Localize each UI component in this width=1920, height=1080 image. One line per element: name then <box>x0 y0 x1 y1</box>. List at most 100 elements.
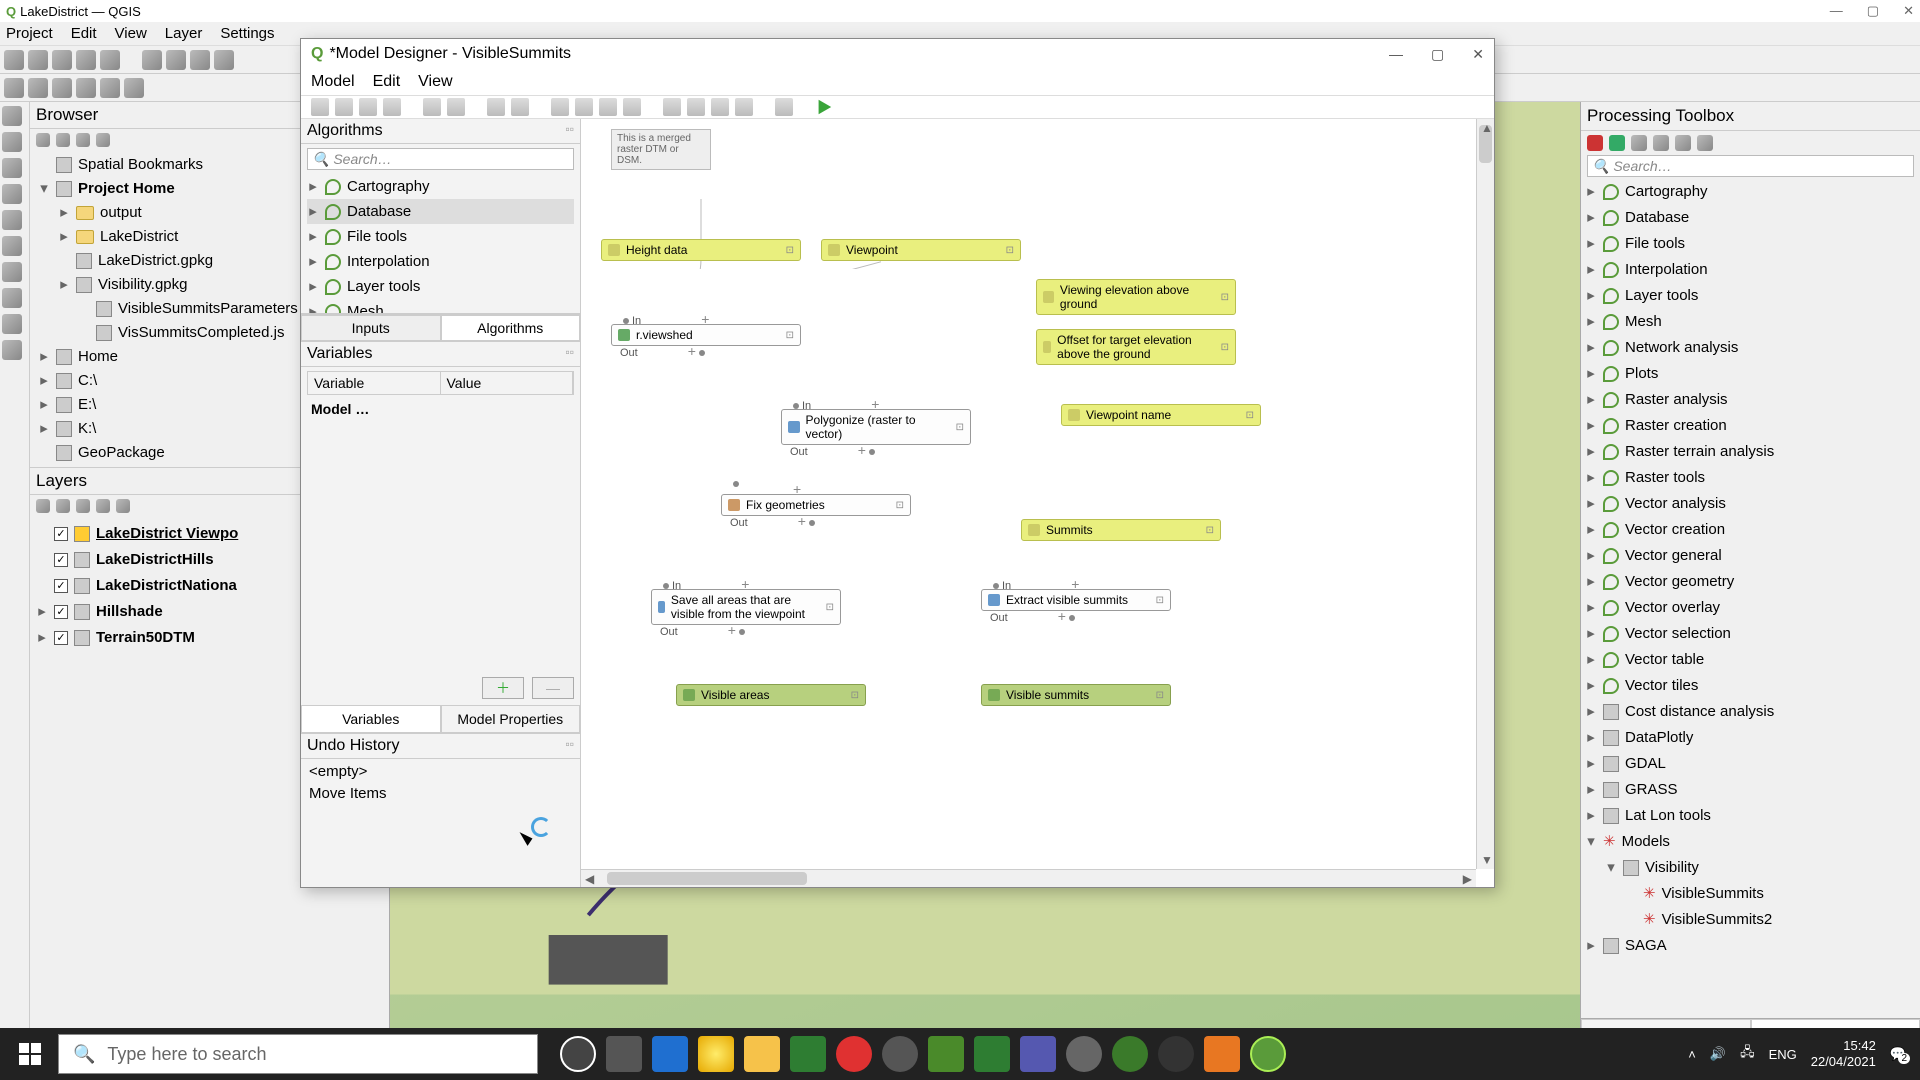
toolbox-item[interactable]: ▾Visibility <box>1585 855 1916 881</box>
designer-tb-icon[interactable] <box>687 98 705 116</box>
undo-list[interactable]: <empty> Move Items <box>301 759 580 807</box>
tool-icon[interactable] <box>2 340 22 360</box>
vim-icon[interactable] <box>790 1036 826 1072</box>
toolbox-item[interactable]: ▸Database <box>1585 205 1916 231</box>
toolbox-tb-icon[interactable] <box>1653 135 1669 151</box>
input-height-data[interactable]: Height data⊡ <box>601 239 801 261</box>
menu-project[interactable]: Project <box>6 25 53 42</box>
designer-maximize-icon[interactable]: ▢ <box>1431 46 1444 63</box>
tool-icon[interactable] <box>52 78 72 98</box>
redo-icon[interactable] <box>511 98 529 116</box>
designer-tb-icon[interactable] <box>663 98 681 116</box>
qgis-active-icon[interactable] <box>1250 1036 1286 1072</box>
tab-model-properties[interactable]: Model Properties <box>441 705 581 733</box>
algo-search[interactable]: 🔍 Search… <box>307 148 574 170</box>
toolbox-item[interactable]: ▸Plots <box>1585 361 1916 387</box>
start-button[interactable] <box>4 1028 56 1080</box>
toolbox-tree[interactable]: ▸Cartography▸Database▸File tools▸Interpo… <box>1581 177 1920 1018</box>
tray-lang[interactable]: ENG <box>1769 1047 1797 1062</box>
tool-icon[interactable] <box>2 236 22 256</box>
taskbar-search[interactable]: 🔍Type here to search <box>58 1034 538 1074</box>
model-canvas[interactable]: This is a merged raster DTM or DSM. Heig… <box>581 119 1494 887</box>
toolbox-item[interactable]: ▸Layer tools <box>1585 283 1916 309</box>
designer-menu-model[interactable]: Model <box>311 73 355 91</box>
designer-toolbar[interactable] <box>301 95 1494 119</box>
calc-icon[interactable] <box>928 1036 964 1072</box>
add-variable-button[interactable]: ＋ <box>482 677 524 699</box>
toolbox-tb-icon[interactable] <box>1697 135 1713 151</box>
model-designer-window[interactable]: Q *Model Designer - VisibleSummits — ▢ ✕… <box>300 38 1495 888</box>
toolbox-item[interactable]: ✳VisibleSummits2 <box>1585 907 1916 933</box>
alg-save-areas[interactable]: In+ Save all areas that are visible from… <box>651 589 841 625</box>
tab-algorithms[interactable]: Algorithms <box>441 315 581 341</box>
toolbox-item[interactable]: ▸Cartography <box>1585 179 1916 205</box>
designer-tb-icon[interactable] <box>447 98 465 116</box>
tool-icon[interactable] <box>166 50 186 70</box>
tool-icon[interactable] <box>2 106 22 126</box>
alg-extract-summits[interactable]: In+ Extract visible summits⊡ Out+ <box>981 589 1171 611</box>
alg-fix-geometries[interactable]: + Fix geometries⊡ Out+ <box>721 494 911 516</box>
algo-tree-item[interactable]: ▸File tools <box>307 224 574 249</box>
toolbox-item[interactable]: ▸Vector overlay <box>1585 595 1916 621</box>
input-summits[interactable]: Summits⊡ <box>1021 519 1221 541</box>
tool-icon[interactable] <box>28 78 48 98</box>
tool-icon[interactable] <box>2 210 22 230</box>
model-note[interactable]: This is a merged raster DTM or DSM. <box>611 129 711 170</box>
toolbox-tb-icon[interactable] <box>1609 135 1625 151</box>
tool-icon[interactable] <box>76 50 96 70</box>
designer-tb-icon[interactable] <box>311 98 329 116</box>
tool-icon[interactable] <box>190 50 210 70</box>
tool-icon[interactable] <box>2 132 22 152</box>
undo-item[interactable]: Move Items <box>309 783 572 805</box>
tool-icon[interactable] <box>100 78 120 98</box>
tool-icon[interactable] <box>76 78 96 98</box>
dock-icon[interactable]: ▫▫ <box>565 122 574 140</box>
designer-tb-icon[interactable] <box>359 98 377 116</box>
designer-titlebar[interactable]: Q *Model Designer - VisibleSummits — ▢ ✕ <box>301 39 1494 69</box>
alg-polygonize[interactable]: In+ Polygonize (raster to vector)⊡ Out+ <box>781 409 971 445</box>
designer-minimize-icon[interactable]: — <box>1389 46 1403 63</box>
tool-icon[interactable] <box>4 78 24 98</box>
taskview-icon[interactable] <box>606 1036 642 1072</box>
toolbox-item[interactable]: ▸Interpolation <box>1585 257 1916 283</box>
menu-edit[interactable]: Edit <box>71 25 97 42</box>
algo-tree[interactable]: ▸Cartography▸Database▸File tools▸Interpo… <box>301 174 580 314</box>
explorer-icon[interactable] <box>744 1036 780 1072</box>
toolbox-item[interactable]: ▸GRASS <box>1585 777 1916 803</box>
left-toolstrip[interactable] <box>0 102 30 1050</box>
designer-tb-icon[interactable] <box>383 98 401 116</box>
designer-tb-icon[interactable] <box>711 98 729 116</box>
toolbox-item[interactable]: ▸Vector general <box>1585 543 1916 569</box>
tool-icon[interactable] <box>142 50 162 70</box>
zoom-icon[interactable] <box>623 98 641 116</box>
tool-icon[interactable] <box>2 158 22 178</box>
tray-volume-icon[interactable]: 🔊 <box>1710 1046 1726 1062</box>
taskbar[interactable]: 🔍Type here to search ˄ 🔊 🖧 ENG 15:4222/0… <box>0 1028 1920 1080</box>
teams-icon[interactable] <box>1020 1036 1056 1072</box>
steam-icon[interactable] <box>882 1036 918 1072</box>
edge-icon[interactable] <box>652 1036 688 1072</box>
output-visible-areas[interactable]: Visible areas⊡ <box>676 684 866 706</box>
algo-tree-item[interactable]: ▸Interpolation <box>307 249 574 274</box>
designer-menubar[interactable]: Model Edit View <box>301 69 1494 95</box>
tool-icon[interactable] <box>100 50 120 70</box>
browser-tb-icon[interactable] <box>36 133 50 147</box>
designer-tb-icon[interactable] <box>335 98 353 116</box>
toolbox-item[interactable]: ▸Raster terrain analysis <box>1585 439 1916 465</box>
designer-tb-icon[interactable] <box>775 98 793 116</box>
qgis-icon[interactable] <box>1112 1036 1148 1072</box>
input-viewpoint[interactable]: Viewpoint⊡ <box>821 239 1021 261</box>
toolbox-item[interactable]: ▾✳Models <box>1585 829 1916 855</box>
designer-tb-icon[interactable] <box>735 98 753 116</box>
algo-tree-item[interactable]: ▸Mesh <box>307 299 574 314</box>
toolbox-tb-icon[interactable] <box>1631 135 1647 151</box>
tab-variables[interactable]: Variables <box>301 705 441 733</box>
obs-icon[interactable] <box>1158 1036 1194 1072</box>
tray-network-icon[interactable]: 🖧 <box>1740 1043 1755 1065</box>
toolbox-item[interactable]: ✳VisibleSummits <box>1585 881 1916 907</box>
layers-tb-icon[interactable] <box>116 499 130 513</box>
canvas-hscroll[interactable]: ◀▶ <box>581 869 1476 887</box>
variables-row[interactable]: Model … <box>301 399 580 419</box>
canvas-vscroll[interactable]: ▲▼ <box>1476 119 1494 869</box>
dock-icon[interactable]: ▫▫ <box>565 345 574 363</box>
